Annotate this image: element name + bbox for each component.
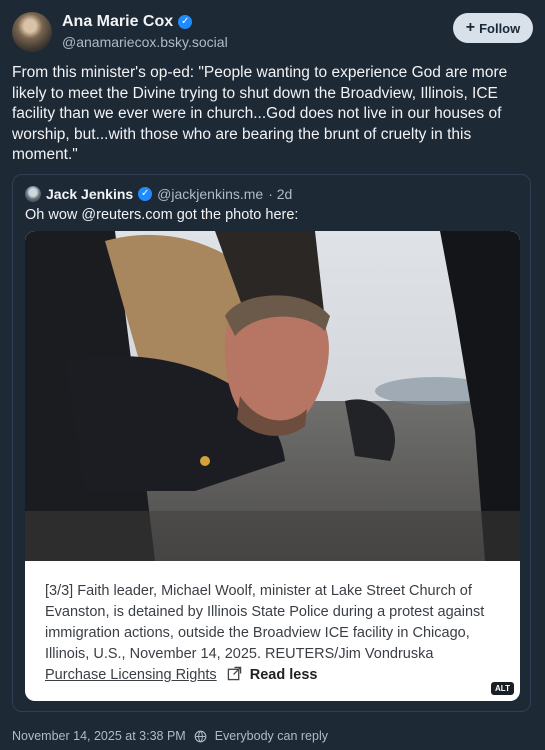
quote-text: Oh wow @reuters.com got the photo here: <box>25 207 299 223</box>
reply-setting-icon <box>194 730 207 743</box>
post-text: From this minister's op-ed: "People want… <box>12 64 508 163</box>
quote-author-handle[interactable]: @jackjenkins.me <box>157 186 263 202</box>
quote-age: · 2d <box>268 186 293 202</box>
author-name-row[interactable]: Ana Marie Cox ✓ <box>62 13 193 31</box>
quoted-post[interactable]: Jack Jenkins ✓ @jackjenkins.me · 2d Oh w… <box>12 174 531 712</box>
quote-header: Jack Jenkins ✓ @jackjenkins.me · 2d <box>25 186 292 202</box>
post-footer: November 14, 2025 at 3:38 PM Everybody c… <box>12 729 328 743</box>
author-handle[interactable]: @anamariecox.bsky.social <box>62 34 228 50</box>
follow-button[interactable]: + Follow <box>453 13 533 43</box>
author-avatar[interactable] <box>12 12 52 52</box>
quote-author-avatar[interactable] <box>25 186 41 202</box>
quote-media[interactable]: [3/3] Faith leader, Michael Woolf, minis… <box>25 231 520 701</box>
alt-badge[interactable]: ALT <box>491 682 514 695</box>
news-photo[interactable] <box>25 231 520 561</box>
caption-text: [3/3] Faith leader, Michael Woolf, minis… <box>45 583 485 662</box>
plus-icon: + <box>465 19 476 36</box>
reply-setting-text[interactable]: Everybody can reply <box>215 729 328 743</box>
verified-icon[interactable]: ✓ <box>178 15 193 29</box>
photo-caption: [3/3] Faith leader, Michael Woolf, minis… <box>45 581 495 688</box>
external-link-icon[interactable] <box>227 666 242 688</box>
verified-icon: ✓ <box>138 187 153 201</box>
purchase-licensing-link[interactable]: Purchase Licensing Rights <box>45 667 217 683</box>
read-less-button[interactable]: Read less <box>250 667 318 683</box>
author-name[interactable]: Ana Marie Cox <box>62 13 173 31</box>
follow-label: Follow <box>479 20 521 36</box>
post-timestamp[interactable]: November 14, 2025 at 3:38 PM <box>12 729 186 743</box>
quote-author-name[interactable]: Jack Jenkins <box>46 186 133 202</box>
post: Ana Marie Cox ✓ @anamariecox.bsky.social… <box>0 0 545 750</box>
